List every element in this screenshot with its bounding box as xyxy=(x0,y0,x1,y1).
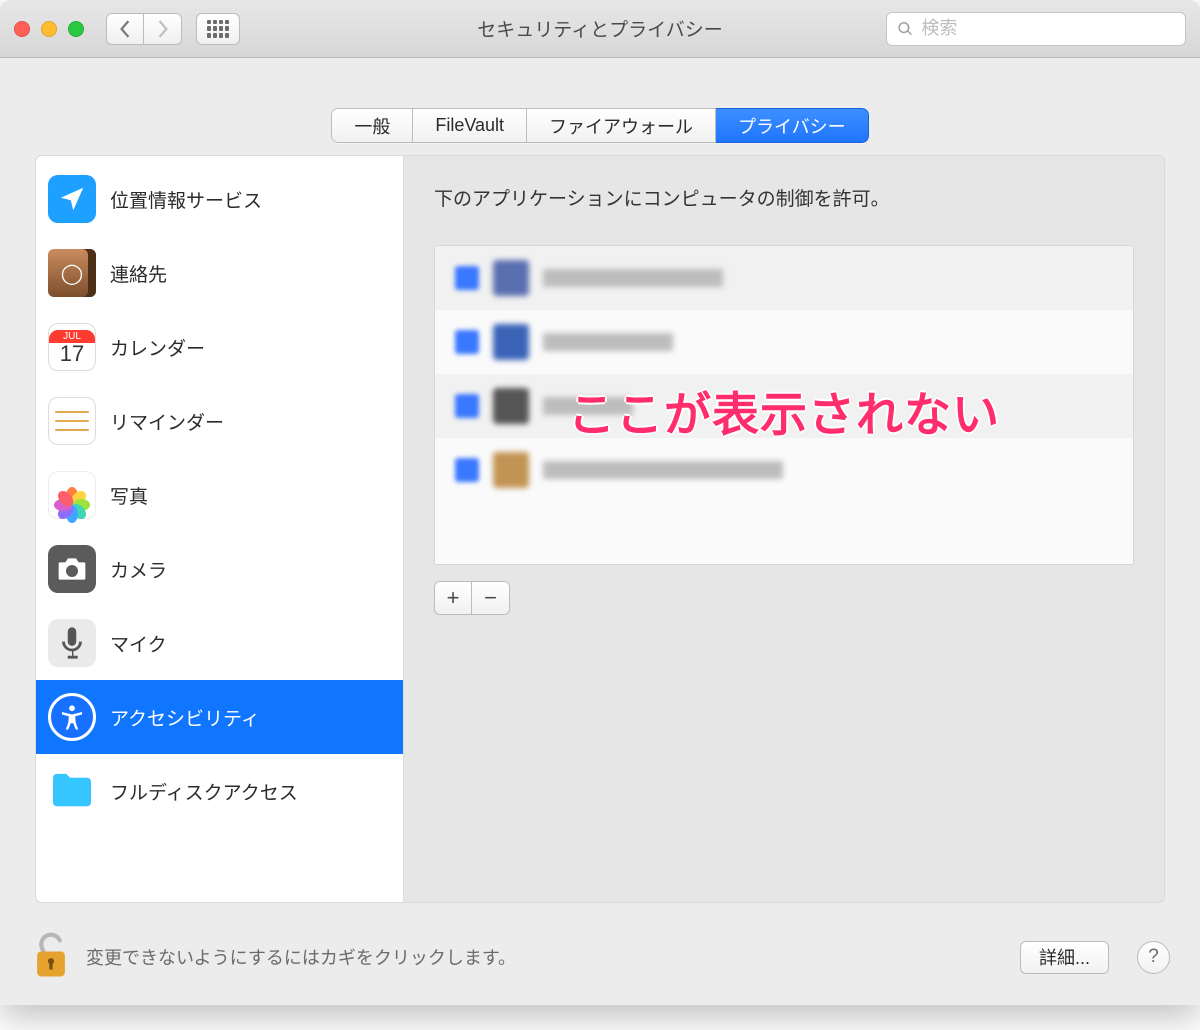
sidebar-item-label: アクセシビリティ xyxy=(110,704,260,731)
zoom-window-button[interactable] xyxy=(68,21,84,37)
sidebar-item-location[interactable]: 位置情報サービス xyxy=(36,162,403,236)
sidebar-item-microphone[interactable]: マイク xyxy=(36,606,403,680)
camera-icon xyxy=(48,545,96,593)
footer: 変更できないようにするにはカギをクリックします。 詳細... ? xyxy=(0,921,1200,1005)
sidebar-item-contacts[interactable]: ◯ 連絡先 xyxy=(36,236,403,310)
sidebar-item-reminders[interactable]: リマインダー xyxy=(36,384,403,458)
sidebar-item-accessibility[interactable]: アクセシビリティ xyxy=(36,680,403,754)
remove-app-button[interactable]: − xyxy=(472,581,510,615)
minimize-window-button[interactable] xyxy=(41,21,57,37)
sidebar-item-label: リマインダー xyxy=(110,408,224,435)
list-item[interactable] xyxy=(435,310,1133,374)
privacy-sidebar: 位置情報サービス ◯ 連絡先 JUL 17 カレンダー リマインダー xyxy=(36,156,404,902)
list-item[interactable] xyxy=(435,438,1133,502)
sidebar-item-full-disk-access[interactable]: フルディスクアクセス xyxy=(36,754,403,828)
sidebar-item-label: マイク xyxy=(110,630,167,657)
show-all-button[interactable] xyxy=(196,13,240,45)
photos-icon xyxy=(48,471,96,519)
lock-icon[interactable] xyxy=(30,932,72,982)
microphone-icon xyxy=(48,619,96,667)
tab-privacy[interactable]: プライバシー xyxy=(716,108,869,143)
contacts-icon: ◯ xyxy=(48,249,96,297)
tab-filevault[interactable]: FileVault xyxy=(413,108,527,143)
accessibility-icon xyxy=(48,693,96,741)
forward-button[interactable] xyxy=(144,13,182,45)
sidebar-item-label: 写真 xyxy=(110,482,148,509)
help-button[interactable]: ? xyxy=(1137,941,1170,974)
tab-firewall[interactable]: ファイアウォール xyxy=(527,108,716,143)
list-item[interactable] xyxy=(435,246,1133,310)
sidebar-item-label: 位置情報サービス xyxy=(110,186,262,213)
search-field[interactable] xyxy=(886,12,1186,46)
lock-description: 変更できないようにするにはカギをクリックします。 xyxy=(86,944,516,970)
calendar-icon: JUL 17 xyxy=(48,323,96,371)
search-icon xyxy=(897,20,913,38)
tab-bar: 一般 FileVault ファイアウォール プライバシー xyxy=(0,108,1200,143)
back-button[interactable] xyxy=(106,13,144,45)
sidebar-item-label: カメラ xyxy=(110,556,167,583)
grid-icon xyxy=(207,20,229,38)
close-window-button[interactable] xyxy=(14,21,30,37)
detail-pane: 下のアプリケーションにコンピュータの制御を許可。 ここが表示されない + xyxy=(404,156,1164,902)
add-remove-controls: + − xyxy=(434,581,1134,615)
location-icon xyxy=(48,175,96,223)
sidebar-item-camera[interactable]: カメラ xyxy=(36,532,403,606)
sidebar-item-label: カレンダー xyxy=(110,334,205,361)
add-app-button[interactable]: + xyxy=(434,581,472,615)
advanced-button[interactable]: 詳細... xyxy=(1020,941,1109,974)
titlebar: セキュリティとプライバシー xyxy=(0,0,1200,58)
sidebar-item-label: 連絡先 xyxy=(110,260,167,287)
annotation-overlay: ここが表示されない xyxy=(435,376,1133,445)
chevron-left-icon xyxy=(118,20,132,38)
calendar-icon-day: 17 xyxy=(60,343,84,365)
nav-buttons xyxy=(106,13,182,45)
folder-icon xyxy=(48,767,96,815)
sidebar-item-label: フルディスクアクセス xyxy=(110,778,298,805)
allowed-apps-list[interactable]: ここが表示されない xyxy=(434,245,1134,565)
sidebar-item-calendar[interactable]: JUL 17 カレンダー xyxy=(36,310,403,384)
sidebar-item-photos[interactable]: 写真 xyxy=(36,458,403,532)
reminders-icon xyxy=(48,397,96,445)
tab-general[interactable]: 一般 xyxy=(331,108,413,143)
detail-description: 下のアプリケーションにコンピュータの制御を許可。 xyxy=(434,184,1134,211)
chevron-right-icon xyxy=(156,20,170,38)
window-traffic-lights xyxy=(14,21,84,37)
content-panel: 位置情報サービス ◯ 連絡先 JUL 17 カレンダー リマインダー xyxy=(35,155,1165,903)
preferences-window: セキュリティとプライバシー 一般 FileVault ファイアウォール プライバ… xyxy=(0,0,1200,1005)
search-input[interactable] xyxy=(921,18,1175,39)
